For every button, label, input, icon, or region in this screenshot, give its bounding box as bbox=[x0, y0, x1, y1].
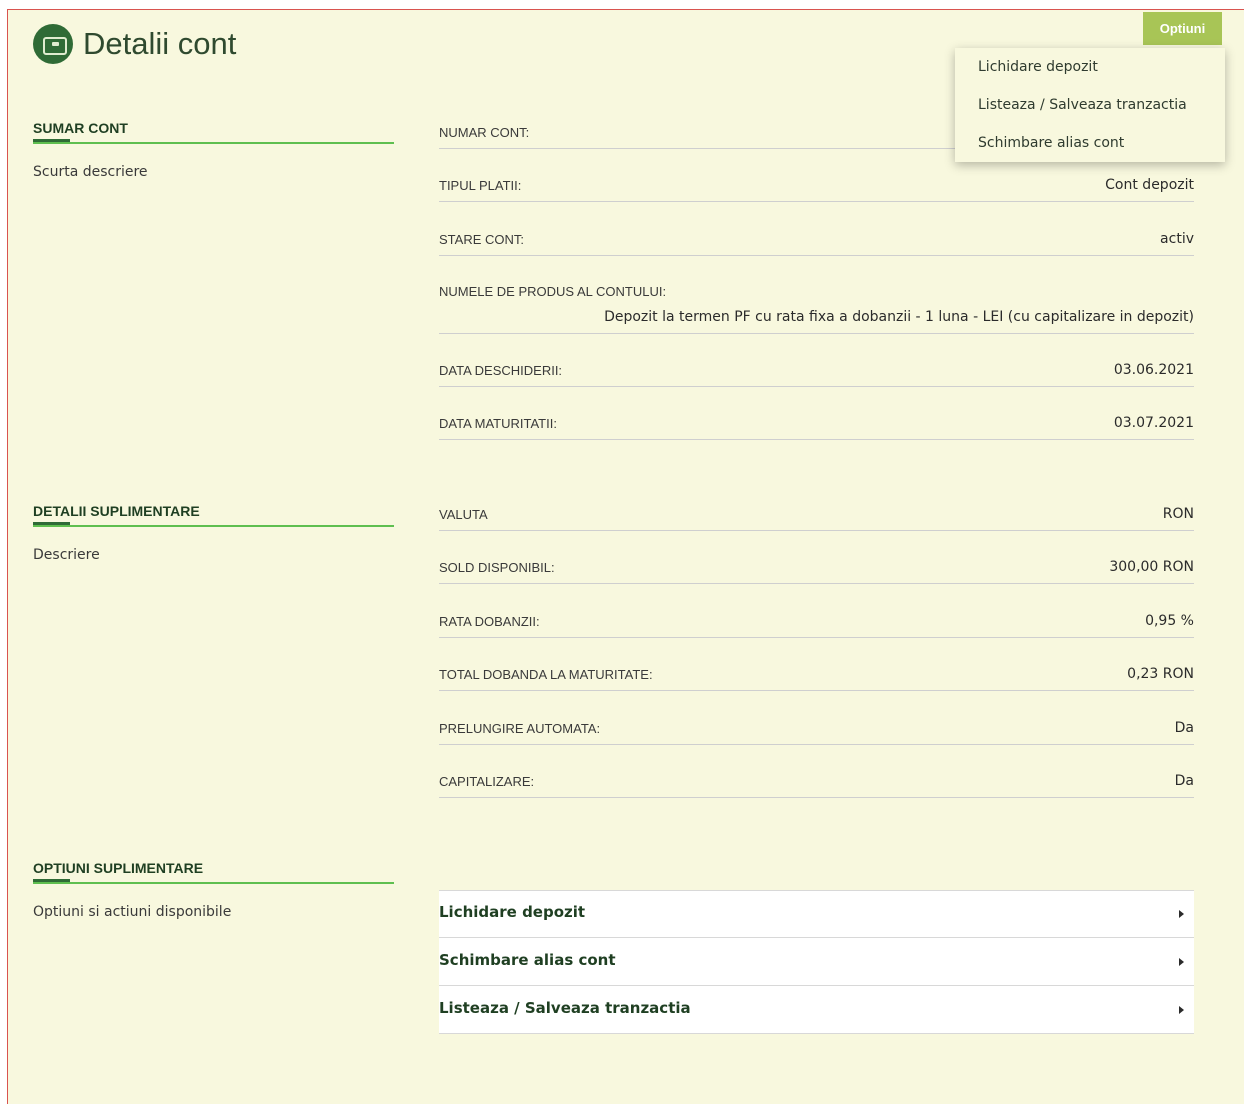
option-row-alias[interactable]: Schimbare alias cont bbox=[439, 938, 1194, 986]
row-label: TOTAL DOBANDA LA MATURITATE: bbox=[439, 667, 653, 682]
row-value: Cont depozit bbox=[1105, 177, 1194, 193]
row-label: VALUTA bbox=[439, 507, 488, 522]
info-row-product-name: NUMELE DE PRODUS AL CONTULUI: Depozit la… bbox=[439, 256, 1194, 334]
section-title: DETALII SUPLIMENTARE bbox=[33, 503, 200, 519]
row-value: Da bbox=[1174, 773, 1194, 789]
option-row-listeaza[interactable]: Listeaza / Salveaza tranzactia bbox=[439, 986, 1194, 1034]
option-label: Listeaza / Salveaza tranzactia bbox=[439, 998, 691, 1017]
row-value: 03.06.2021 bbox=[1113, 362, 1194, 378]
row-label: DATA DESCHIDERII: bbox=[439, 363, 563, 378]
info-row-currency: VALUTA RON bbox=[439, 490, 1194, 531]
row-label: RATA DOBANZII: bbox=[439, 614, 540, 629]
section-summary: SUMAR CONT Scurta descriere bbox=[33, 120, 394, 180]
info-row-auto-renewal: PRELUNGIRE AUTOMATA: Da bbox=[439, 691, 1194, 745]
page-header: Detalii cont bbox=[33, 24, 236, 64]
row-label: STARE CONT: bbox=[439, 232, 524, 247]
info-row-available-balance: SOLD DISPONIBIL: 300,00 RON bbox=[439, 531, 1194, 584]
row-value: 0,23 RON bbox=[1127, 666, 1194, 682]
dropdown-item-lichidare[interactable]: Lichidare depozit bbox=[955, 57, 1225, 95]
info-row-interest-rate: RATA DOBANZII: 0,95 % bbox=[439, 584, 1194, 638]
section-description: Scurta descriere bbox=[33, 164, 148, 180]
section-divider bbox=[33, 879, 394, 884]
dropdown-item-alias[interactable]: Schimbare alias cont bbox=[955, 133, 1225, 171]
options-button[interactable]: Optiuni bbox=[1143, 12, 1222, 45]
section-title: OPTIUNI SUPLIMENTARE bbox=[33, 860, 204, 876]
chevron-right-icon bbox=[1179, 910, 1184, 918]
chevron-right-icon bbox=[1179, 1005, 1184, 1014]
info-row-capitalization: CAPITALIZARE: Da bbox=[439, 745, 1194, 798]
row-value: 0,95 % bbox=[1145, 613, 1194, 629]
row-label: NUMAR CONT: bbox=[439, 125, 530, 140]
row-label: CAPITALIZARE: bbox=[439, 774, 535, 789]
row-value: RON bbox=[1162, 506, 1194, 522]
section-divider bbox=[33, 139, 394, 144]
info-row-account-status: STARE CONT: activ bbox=[439, 202, 1194, 256]
options-dropdown: Lichidare depozit Listeaza / Salveaza tr… bbox=[955, 48, 1225, 162]
section-options: OPTIUNI SUPLIMENTARE Optiuni si actiuni … bbox=[33, 860, 394, 920]
row-label: PRELUNGIRE AUTOMATA: bbox=[439, 721, 601, 736]
dropdown-item-listeaza[interactable]: Listeaza / Salveaza tranzactia bbox=[955, 95, 1225, 133]
section-description: Descriere bbox=[33, 547, 100, 563]
row-label: SOLD DISPONIBIL: bbox=[439, 560, 555, 575]
wallet-icon bbox=[33, 24, 73, 64]
row-value: Depozit la termen PF cu rata fixa a doba… bbox=[604, 309, 1194, 325]
section-details: DETALII SUPLIMENTARE Descriere bbox=[33, 503, 394, 563]
row-label: NUMELE DE PRODUS AL CONTULUI: bbox=[439, 284, 667, 299]
row-label: TIPUL PLATII: bbox=[439, 178, 522, 193]
info-row-maturity-date: DATA MATURITATII: 03.07.2021 bbox=[439, 387, 1194, 440]
page-title: Detalii cont bbox=[83, 26, 237, 61]
row-value: activ bbox=[1160, 231, 1194, 247]
option-row-lichidare[interactable]: Lichidare depozit bbox=[439, 890, 1194, 938]
section-title: SUMAR CONT bbox=[33, 120, 128, 136]
info-row-total-interest: TOTAL DOBANDA LA MATURITATE: 0,23 RON bbox=[439, 638, 1194, 691]
row-value: 300,00 RON bbox=[1109, 559, 1194, 575]
section-divider bbox=[33, 522, 394, 527]
row-label: DATA MATURITATII: bbox=[439, 416, 557, 431]
option-label: Schimbare alias cont bbox=[439, 950, 616, 969]
info-row-open-date: DATA DESCHIDERII: 03.06.2021 bbox=[439, 334, 1194, 387]
chevron-right-icon bbox=[1179, 957, 1184, 966]
option-label: Lichidare depozit bbox=[439, 903, 586, 921]
row-value: 03.07.2021 bbox=[1113, 415, 1194, 431]
section-description: Optiuni si actiuni disponibile bbox=[33, 904, 232, 920]
row-value: Da bbox=[1174, 720, 1194, 736]
